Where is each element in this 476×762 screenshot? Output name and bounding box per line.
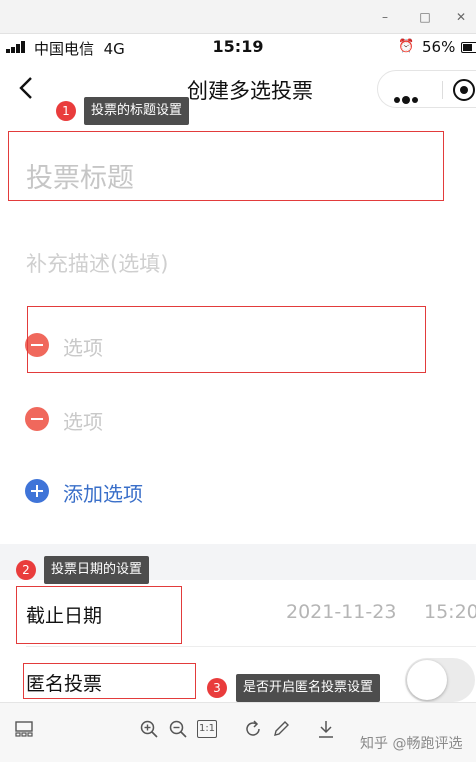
- window-title-bar: – □ ✕: [0, 0, 476, 34]
- rotate-icon[interactable]: [243, 719, 263, 739]
- annotation-box-deadline: [16, 586, 182, 644]
- annotation-badge: 1: [56, 101, 76, 121]
- battery-icon: [461, 42, 476, 53]
- more-dots-icon[interactable]: [394, 88, 420, 107]
- annotation-box-anonymous: [23, 663, 196, 699]
- add-option-button[interactable]: 添加选项: [25, 471, 445, 511]
- annotation-badge: 2: [16, 560, 36, 580]
- annotation-note: 是否开启匿名投票设置: [236, 674, 381, 702]
- battery-percentage: 56%: [422, 38, 456, 56]
- download-icon[interactable]: [316, 719, 336, 739]
- deadline-time[interactable]: 15:20: [424, 601, 476, 623]
- remove-option-icon[interactable]: [25, 407, 49, 431]
- annotation-box-title: [8, 131, 444, 201]
- actual-size-icon[interactable]: 1:1: [197, 720, 217, 738]
- image-viewer-toolbar: 1:1 知乎 @畅跑评选: [0, 702, 476, 762]
- vote-description-input[interactable]: 补充描述(选填): [26, 248, 168, 278]
- thumbnail-view-icon[interactable]: [14, 719, 34, 739]
- option-row: 选项: [25, 399, 445, 439]
- maximize-icon[interactable]: □: [418, 10, 432, 24]
- add-icon: [25, 479, 49, 503]
- add-option-label: 添加选项: [63, 482, 143, 506]
- anonymous-toggle[interactable]: [405, 658, 475, 702]
- option-input[interactable]: 选项: [63, 406, 103, 435]
- status-bar: 中国电信 4G 15:19 ⏰ 56%: [0, 34, 476, 60]
- minimize-icon[interactable]: –: [378, 10, 392, 24]
- annotation-badge: 3: [207, 678, 227, 698]
- annotation-box-option: [27, 306, 426, 373]
- deadline-date[interactable]: 2021-11-23: [286, 601, 396, 623]
- alarm-clock-icon: ⏰: [398, 39, 415, 54]
- zoom-out-icon[interactable]: [168, 719, 188, 739]
- zoom-in-icon[interactable]: [139, 719, 159, 739]
- close-icon[interactable]: ✕: [454, 10, 468, 24]
- mini-program-capsule: [377, 70, 476, 108]
- watermark: 知乎 @畅跑评选: [360, 736, 463, 752]
- annotation-note: 投票的标题设置: [84, 97, 190, 125]
- annotation-note: 投票日期的设置: [44, 556, 150, 584]
- edit-pencil-icon[interactable]: [271, 719, 291, 739]
- close-program-icon[interactable]: [453, 79, 475, 101]
